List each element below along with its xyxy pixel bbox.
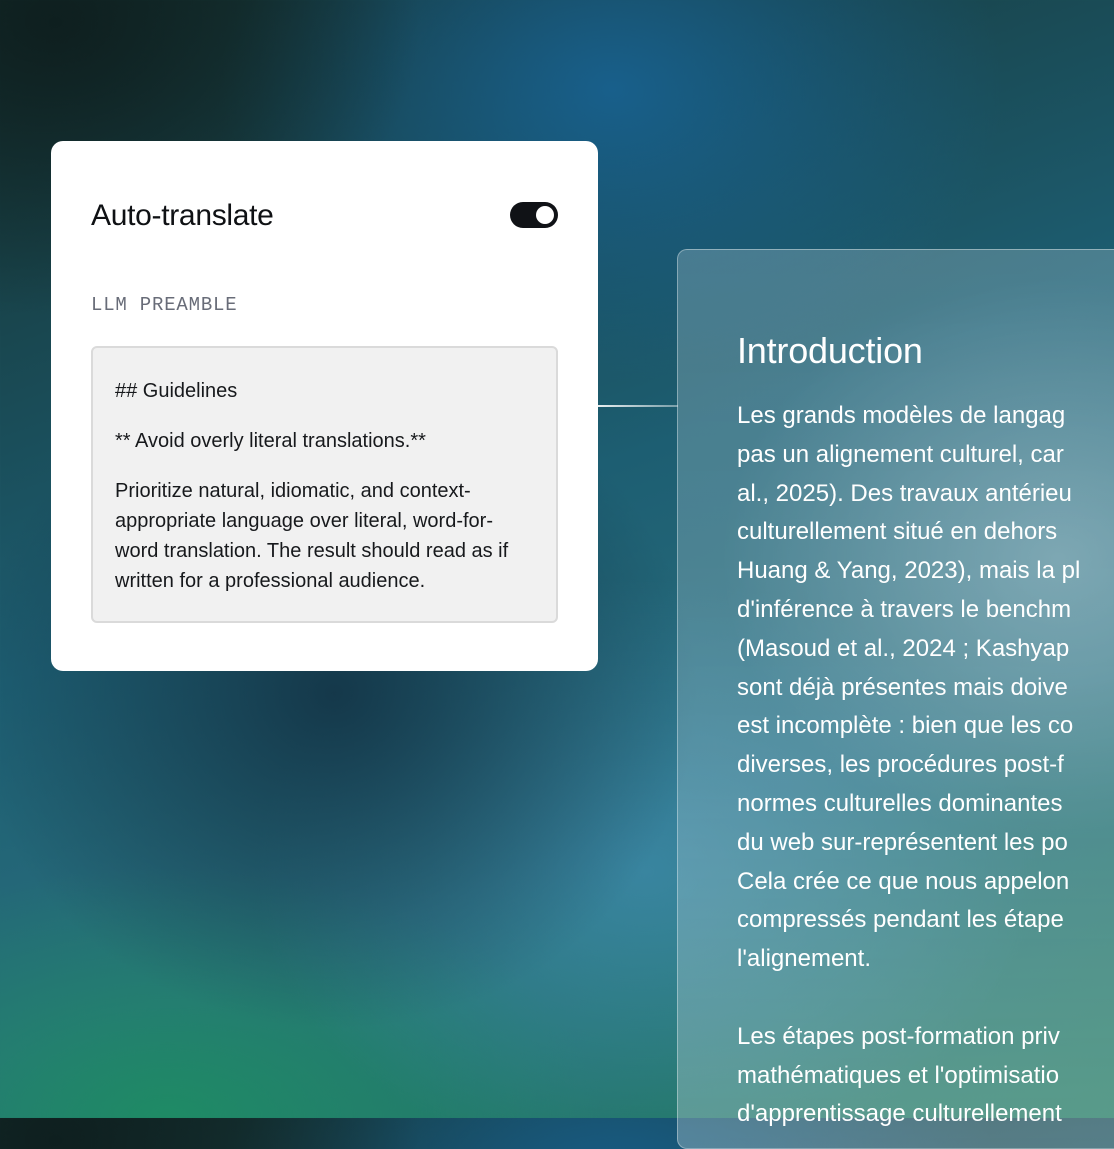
connector-line <box>598 405 678 407</box>
preamble-body: Prioritize natural, idiomatic, and conte… <box>115 476 534 596</box>
document-line: l'alignement. <box>737 945 871 973</box>
document-line: d'inférence à travers le benchm <box>737 595 1072 623</box>
document-line: Les grands modèles de langag <box>737 402 1066 429</box>
auto-translate-settings-card: Auto-translate LLM PREAMBLE ## Guideline… <box>51 141 598 671</box>
translated-document-panel: Introduction Les grands modèles de langa… <box>677 249 1114 1149</box>
document-line: compressés pendant les étape <box>737 906 1064 934</box>
document-line: est incomplète : bien que les co <box>737 712 1074 740</box>
llm-preamble-textarea[interactable]: ## Guidelines ** Avoid overly literal tr… <box>91 346 558 623</box>
preamble-rule: ** Avoid overly literal translations.** <box>115 430 426 452</box>
document-body: Les grands modèles de langag pas un alig… <box>737 397 1114 1134</box>
document-line: d'apprentissage culturellement <box>737 1100 1062 1128</box>
llm-preamble-label: LLM PREAMBLE <box>91 294 238 316</box>
document-line: Huang & Yang, 2023), mais la pl <box>737 557 1081 585</box>
document-line: du web sur-représentent les po <box>737 828 1068 856</box>
document-line: normes culturelles dominantes <box>737 789 1063 817</box>
document-line: diverses, les procédures post-f <box>737 751 1064 779</box>
document-line: sont déjà présentes mais doive <box>737 673 1068 701</box>
preamble-body-line: Prioritize natural, idiomatic, and conte… <box>115 480 471 502</box>
auto-translate-toggle[interactable] <box>510 202 558 228</box>
preamble-body-line: word translation. The result should read… <box>115 540 509 562</box>
preamble-heading: ## Guidelines <box>115 380 238 402</box>
document-line: pas un alignement culturel, car <box>737 440 1064 468</box>
toggle-knob <box>536 206 554 224</box>
auto-translate-title: Auto-translate <box>91 199 274 232</box>
document-line: al., 2025). Des travaux antérieu <box>737 479 1072 507</box>
document-line: mathématiques et l'optimisatio <box>737 1061 1060 1089</box>
document-heading: Introduction <box>737 330 923 371</box>
preamble-body-line: written for a professional audience. <box>115 570 426 592</box>
document-line: Les étapes post-formation priv <box>737 1022 1060 1050</box>
preamble-body-line: appropriate language over literal, word-… <box>115 510 493 532</box>
document-line: culturellement situé en dehors <box>737 518 1058 546</box>
document-line: Cela crée ce que nous appelon <box>737 867 1070 895</box>
document-line: (Masoud et al., 2024 ; Kashyap <box>737 634 1070 662</box>
